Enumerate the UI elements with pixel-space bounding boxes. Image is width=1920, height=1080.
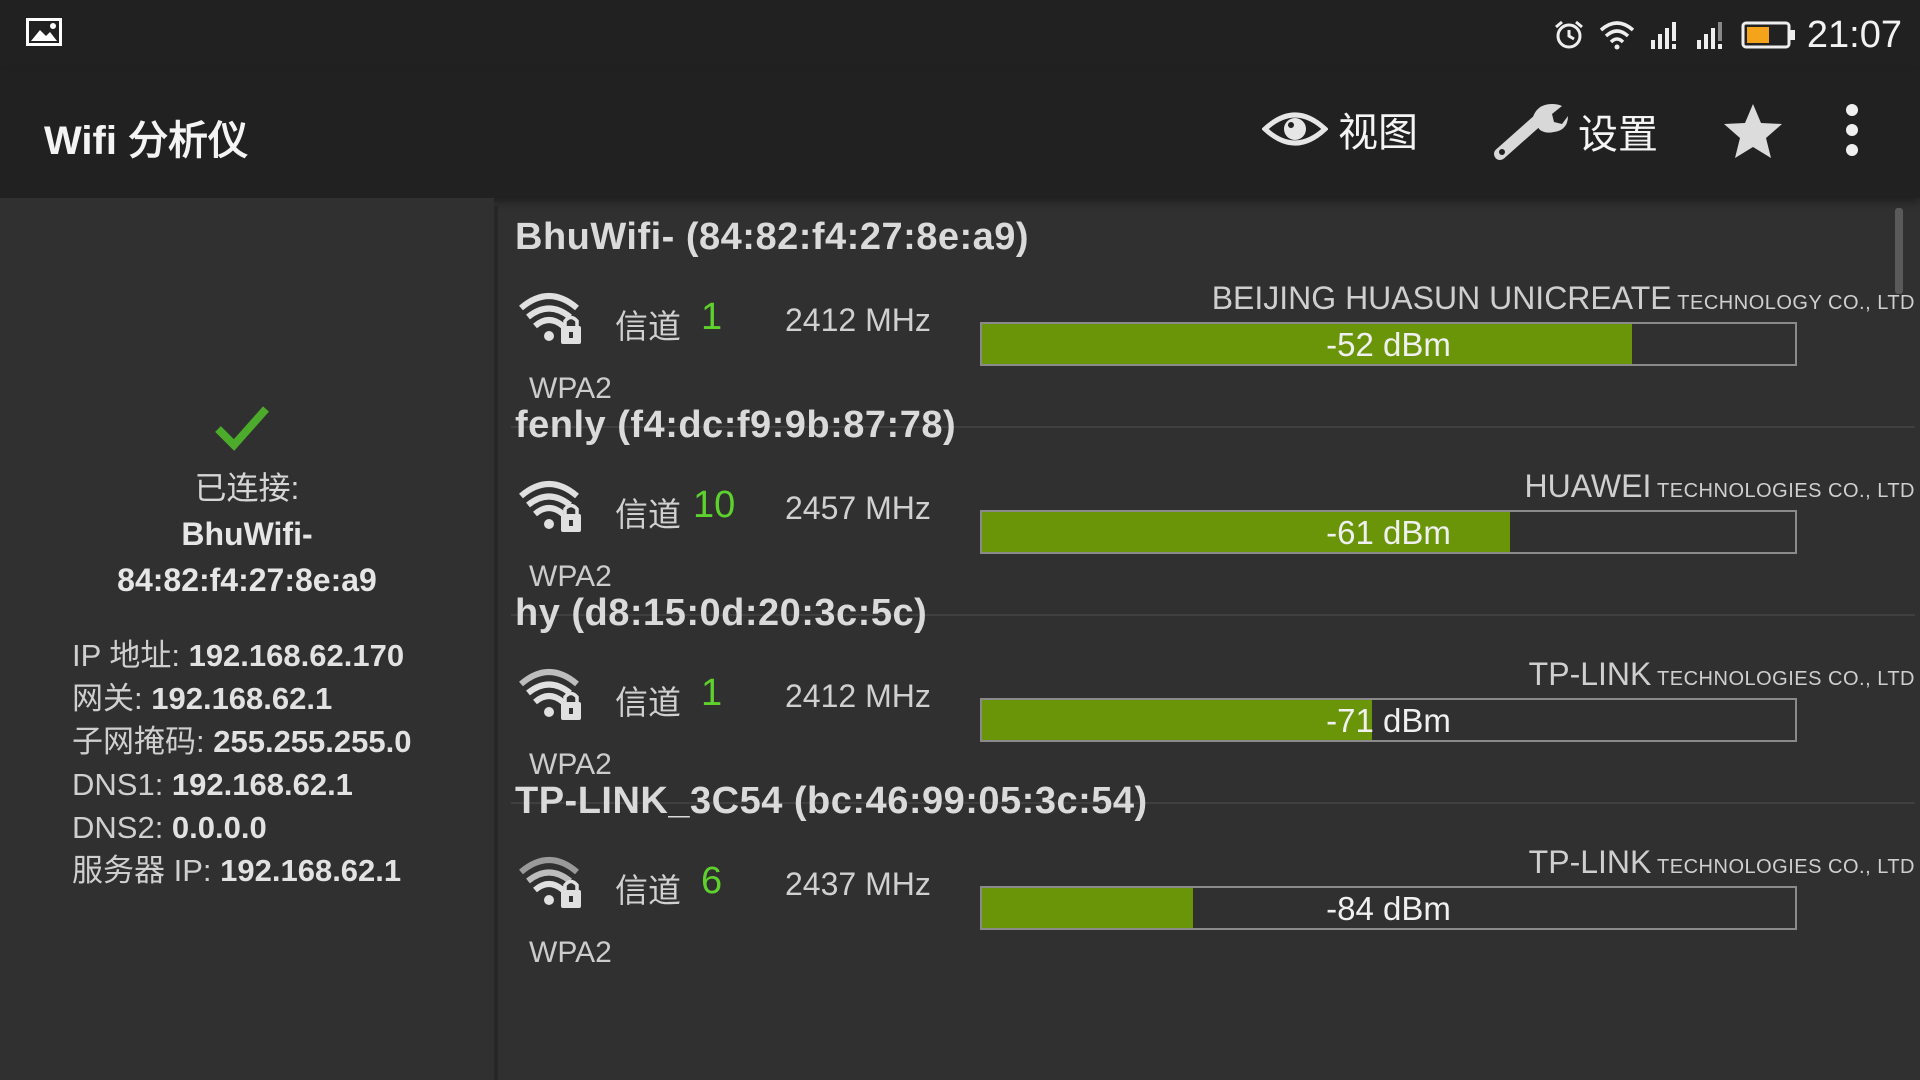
ip-info-row: 网关: 192.168.62.1: [72, 681, 333, 716]
ip-info-row: 子网掩码: 255.255.255.0: [72, 724, 412, 759]
signal-strength-bar: -71 dBm: [980, 698, 1797, 742]
ap-title: fenly (f4:dc:f9:9b:87:78): [515, 404, 957, 446]
wifi-lock-icon: [519, 669, 581, 720]
favorite-button[interactable]: [1722, 102, 1794, 160]
frequency: 2437 MHz: [785, 866, 931, 902]
channel-number: 10: [693, 484, 736, 526]
security-type: WPA2: [529, 936, 612, 969]
channel-label: 信道: [615, 308, 681, 345]
more-vertical-icon: [1846, 104, 1858, 156]
ip-info: IP 地址: 192.168.62.170 网关: 192.168.62.1 子…: [72, 634, 411, 892]
eye-icon: [1262, 112, 1328, 146]
settings-button[interactable]: 设置: [1492, 100, 1658, 162]
channel-number: 1: [701, 672, 723, 714]
channel-number: 1: [701, 296, 723, 338]
panel-divider: [494, 206, 498, 1080]
checkmark-icon: [215, 406, 269, 451]
vendor-name: TP-LINK TECHNOLOGIES CO., LTD: [1528, 844, 1915, 880]
settings-label: 设置: [1578, 113, 1658, 157]
vendor-name: BEIJING HUASUN UNICREATE TECHNOLOGY CO.,…: [1211, 280, 1915, 316]
battery-icon: [1741, 21, 1795, 49]
view-label: 视图: [1338, 111, 1418, 155]
channel-label: 信道: [615, 684, 681, 721]
wifi-lock-icon: [519, 293, 581, 344]
signal-dbm: -84 dBm: [1326, 890, 1451, 927]
wrench-icon: [1494, 104, 1568, 160]
connected-bssid: 84:82:f4:27:8e:a9: [117, 562, 377, 598]
connected-label: 已连接:: [194, 470, 300, 506]
ap-title: hy (d8:15:0d:20:3c:5c): [515, 592, 928, 634]
alarm-icon: [1554, 20, 1583, 49]
scrollbar[interactable]: [1895, 208, 1903, 294]
signal-dbm: -71 dBm: [1326, 702, 1451, 739]
access-point-list[interactable]: BhuWifi- (84:82:f4:27:8e:a9) 信道 1 2412 M…: [505, 198, 1915, 1080]
signal-strength-bar: -84 dBm: [980, 886, 1797, 930]
wifi-lock-icon: [519, 481, 581, 532]
connection-status: 已连接: BhuWifi- 84:82:f4:27:8e:a9: [40, 465, 454, 603]
channel-label: 信道: [615, 872, 681, 909]
wifi-icon: [1599, 21, 1635, 50]
frequency: 2412 MHz: [785, 302, 931, 338]
status-bar: 21:07: [0, 0, 1920, 70]
ip-info-row: DNS1: 192.168.62.1: [72, 767, 353, 802]
ap-title: TP-LINK_3C54 (bc:46:99:05:3c:54): [515, 780, 1148, 822]
frequency: 2412 MHz: [785, 678, 931, 714]
star-icon: [1724, 104, 1782, 158]
app-title: Wifi 分析仪: [44, 119, 249, 163]
clock-time: 21:07: [1806, 13, 1902, 56]
signal-strength-bar: -61 dBm: [980, 510, 1797, 554]
image-icon: [26, 18, 62, 46]
channel-number: 6: [701, 860, 723, 902]
signal-dbm: -61 dBm: [1326, 514, 1451, 551]
vendor-name: TP-LINK TECHNOLOGIES CO., LTD: [1528, 656, 1915, 692]
channel-label: 信道: [615, 496, 681, 533]
access-point-item[interactable]: TP-LINK_3C54 (bc:46:99:05:3c:54) 信道 6 24…: [505, 762, 1915, 992]
connected-ssid: BhuWifi-: [181, 516, 313, 552]
ip-info-row: IP 地址: 192.168.62.170: [72, 638, 405, 673]
signal-icon: [1650, 22, 1676, 49]
signal-icon: [1696, 22, 1722, 49]
overflow-menu-button[interactable]: [1840, 100, 1874, 160]
app-bar: Wifi 分析仪 视图 设置: [0, 70, 1920, 198]
ip-info-row: 服务器 IP: 192.168.62.1: [72, 853, 402, 888]
frequency: 2457 MHz: [785, 490, 931, 526]
view-button[interactable]: 视图: [1262, 100, 1418, 158]
wifi-lock-icon: [519, 857, 581, 908]
vendor-name: HUAWEI TECHNOLOGIES CO., LTD: [1524, 468, 1915, 504]
ip-info-row: DNS2: 0.0.0.0: [72, 810, 267, 845]
ap-title: BhuWifi- (84:82:f4:27:8e:a9): [515, 216, 1030, 258]
signal-strength-bar: -52 dBm: [980, 322, 1797, 366]
signal-dbm: -52 dBm: [1326, 326, 1451, 363]
